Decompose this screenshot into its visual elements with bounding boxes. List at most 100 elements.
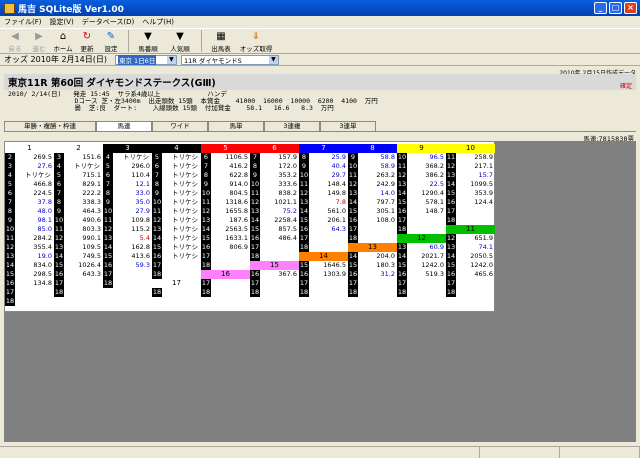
odds-cell: 9 40.4	[299, 162, 348, 171]
odds-value: トリケシ	[74, 162, 100, 170]
odds-cell: 6 224.5	[5, 189, 54, 198]
odds-value: 29.7	[331, 171, 346, 179]
odds-value: 490.6	[82, 216, 101, 224]
close-button[interactable]: ×	[624, 2, 637, 14]
horse-number: 5	[152, 153, 162, 162]
odds-cell: 15 305.1	[348, 207, 397, 216]
forward-button[interactable]: ▶ 進む	[28, 31, 50, 53]
race-select[interactable]: 11R ダイヤモンドS ▼	[180, 54, 279, 65]
tab-quinella[interactable]: 馬連	[96, 121, 152, 131]
horse-number: 17	[397, 279, 407, 288]
venue-select[interactable]: 東京 1日6日 ▼	[114, 54, 177, 65]
odds-cell: 31.2	[348, 270, 397, 279]
odds-cell: 17	[201, 252, 250, 261]
settings-button[interactable]: ✎ 設定	[100, 31, 122, 53]
odds-value: 48.0	[37, 207, 52, 215]
horse-number: 13	[397, 180, 407, 189]
odds-cell: 14 834.0	[5, 261, 54, 270]
menu-help[interactable]: ヘルプ(H)	[142, 17, 174, 27]
odds-cell: 17	[201, 279, 250, 288]
maximize-button[interactable]: □	[609, 2, 622, 14]
horse-number: 16	[348, 216, 358, 225]
column-header: 11	[446, 225, 495, 234]
horse-number: 15	[299, 261, 309, 270]
tab-exacta[interactable]: 馬単	[208, 121, 264, 131]
odds-cell: 10 85.0	[5, 225, 54, 234]
horse-number: 8	[152, 180, 162, 189]
horse-number: 17	[446, 207, 456, 216]
tab-wide[interactable]: ワイド	[152, 121, 208, 131]
sort-by-popularity-button[interactable]: ▼ 人気順	[165, 31, 195, 53]
menu-file[interactable]: ファイル(F)	[4, 17, 42, 27]
odds-cell: 13 15.7	[446, 171, 495, 180]
horse-number: 17	[201, 252, 211, 261]
odds-value: 222.2	[82, 189, 101, 197]
column-header: 16	[201, 270, 250, 279]
horse-number: 12	[103, 225, 113, 234]
odds-cell: 17	[397, 216, 446, 225]
odds-cell: 13 14.0	[348, 189, 397, 198]
horse-number: 11	[152, 207, 162, 216]
odds-value: 353.2	[278, 171, 297, 179]
horse-number: 15	[348, 207, 358, 216]
odds-cell: 10 トリケシ	[152, 198, 201, 207]
odds-cell: 6 1106.5	[201, 153, 250, 162]
chevron-down-icon: ▼	[166, 55, 176, 64]
race-title: 東京11R 第60回 ダイヤモンドステークス(GⅢ)	[8, 78, 216, 89]
tab-win-place[interactable]: 単勝・複勝・枠連	[4, 121, 96, 131]
menu-settings[interactable]: 設定(V)	[50, 17, 74, 27]
horse-number: 18	[54, 288, 64, 297]
odds-cell: 12 990.1	[54, 234, 103, 243]
odds-cell: 14 1290.4	[397, 189, 446, 198]
odds-value: 96.5	[429, 153, 444, 161]
odds-value: トリケシ	[172, 162, 198, 170]
menu-database[interactable]: データベース(D)	[82, 17, 135, 27]
tab-trifecta[interactable]: 3連単	[320, 121, 376, 131]
odds-cell: 12 242.9	[348, 180, 397, 189]
horse-number: 10	[103, 207, 113, 216]
horse-number: 18	[201, 261, 211, 270]
back-button[interactable]: ◀ 戻る	[4, 31, 26, 53]
tab-trio[interactable]: 3連複	[264, 121, 320, 131]
column-header: 15	[250, 261, 299, 270]
odds-cell: 12 1655.8	[201, 207, 250, 216]
horse-number: 17	[299, 279, 309, 288]
horse-number: 17	[348, 279, 358, 288]
odds-value: 561.0	[327, 207, 346, 215]
horse-number: 3	[54, 153, 64, 162]
minimize-button[interactable]: _	[594, 2, 607, 14]
odds-cell: 6 トリケシ	[152, 162, 201, 171]
odds-cell: 15 トリケシ	[152, 243, 201, 252]
odds-cell: 8 トリケシ	[152, 180, 201, 189]
home-button[interactable]: ⌂ ホーム	[52, 31, 74, 53]
odds-cell: 15 206.1	[299, 216, 348, 225]
horse-number: 11	[348, 171, 358, 180]
empty-area	[4, 312, 636, 442]
horse-number: 17	[5, 288, 15, 297]
odds-cell: 16 1303.9	[299, 270, 348, 279]
odds-cell: 7 157.9	[250, 153, 299, 162]
odds-value: 269.5	[33, 153, 52, 161]
table-icon: ▦	[216, 31, 226, 42]
horse-number: 4	[103, 153, 113, 162]
get-odds-button[interactable]: ⇓ オッズ取得	[238, 31, 274, 53]
odds-value: 749.5	[82, 252, 101, 260]
horse-number: 8	[250, 162, 260, 171]
odds-cell: 14 トリケシ	[152, 234, 201, 243]
refresh-button[interactable]: ↻ 更新	[76, 31, 98, 53]
odds-cell: 10 490.6	[54, 216, 103, 225]
odds-value: 2021.7	[421, 252, 444, 260]
menu-bar: ファイル(F) 設定(V) データベース(D) ヘルプ(H)	[0, 16, 640, 28]
odds-value: トリケシ	[172, 234, 198, 242]
odds-value: 7.8	[335, 198, 346, 206]
sort-by-number-button[interactable]: ▼ 馬番順	[133, 31, 163, 53]
odds-cell: 9 353.2	[250, 171, 299, 180]
odds-value: 258.9	[474, 153, 493, 161]
entry-table-button[interactable]: ▦ 出馬表	[206, 31, 236, 53]
odds-cell: 13 5.4	[103, 234, 152, 243]
odds-value: 305.1	[376, 207, 395, 215]
odds-value: 2050.5	[470, 252, 493, 260]
odds-value: 1646.5	[323, 261, 346, 269]
odds-cell: 18	[446, 288, 495, 297]
horse-number: 18	[152, 270, 162, 279]
